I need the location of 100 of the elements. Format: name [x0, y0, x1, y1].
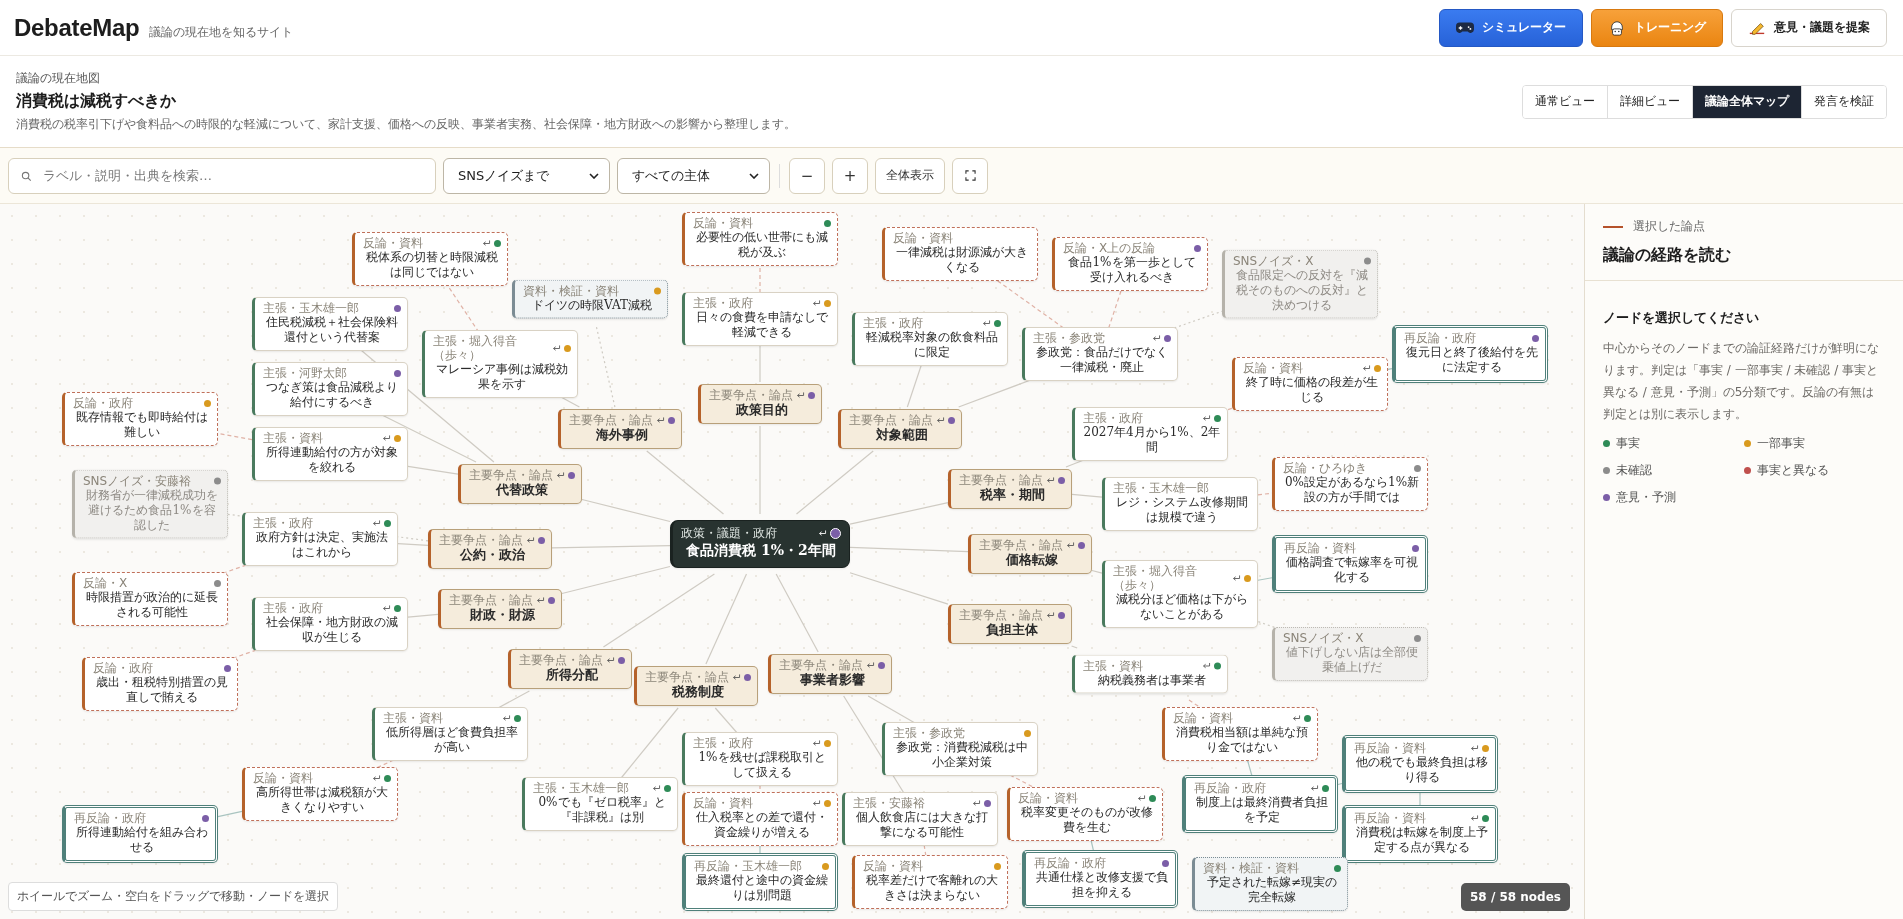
- claim-node[interactable]: 主張・堀入得音（歩々） 減税分ほど価格は下がらないことがある: [1102, 560, 1258, 628]
- zoom-in-button[interactable]: +: [832, 157, 868, 194]
- claim-node[interactable]: 主張・玉木雄一郎 レジ・システム改修期間は規模で違う: [1102, 477, 1258, 531]
- claim-node[interactable]: 主張・政府 社会保障・地方財政の減収が生じる: [252, 597, 408, 651]
- issue-node[interactable]: 主要争点・論点 事業者影響: [768, 654, 892, 694]
- connector-line: [1337, 782, 1343, 786]
- node-label: 時限措置が政治的に延長される可能性: [85, 590, 219, 620]
- claim-node[interactable]: 主張・政府 政府方針は決定、実施法はこれから: [242, 512, 398, 566]
- node-label: 所得分配: [546, 667, 598, 683]
- issue-node[interactable]: 主要争点・論点 税務制度: [634, 666, 758, 706]
- node-meta: 資料・検証・資料: [523, 283, 620, 298]
- rebuttal-node[interactable]: 反論・資料 高所得世帯は減税額が大きくなりやすい: [242, 767, 398, 821]
- node-label: 税率・期間: [979, 487, 1045, 503]
- rebuttal-node[interactable]: 反論・資料 消費税相当額は単純な預り金ではない: [1162, 707, 1318, 761]
- claim-node[interactable]: 主張・資料 所得連動給付の方が対象を絞れる: [252, 427, 408, 481]
- node-meta: 主張・政府: [693, 736, 754, 750]
- node-label: 価格調査で転嫁率を可視化する: [1284, 555, 1419, 585]
- node-meta: 再反論・資料: [1354, 811, 1427, 825]
- fit-button[interactable]: 全体表示: [875, 157, 945, 194]
- propose-button[interactable]: 意見・議題を提案: [1731, 8, 1887, 47]
- rebuttal-node[interactable]: 反論・政府 歳出・租税特別措置の見直しで賄える: [82, 657, 238, 711]
- issue-node[interactable]: 主要争点・論点 政策目的: [698, 384, 822, 424]
- connector-line: [1257, 577, 1273, 581]
- connector-line: [759, 344, 761, 383]
- claim-node[interactable]: 主張・政府 1%を残せば課税取引として扱える: [682, 732, 838, 786]
- claim-node[interactable]: 主張・資料 低所得層ほど食費負担率が高い: [372, 707, 528, 761]
- claim-node[interactable]: 主張・参政党 参政党：食品だけでなく一律減税・廃止: [1022, 327, 1178, 381]
- issue-node[interactable]: 主要争点・論点 税率・期間: [948, 469, 1072, 509]
- issue-node[interactable]: 主要争点・論点 価格転嫁: [968, 534, 1092, 574]
- claim-node[interactable]: 主張・玉木雄一郎 住民税減税＋社会保険料還付という代替案: [252, 297, 408, 351]
- counter-node[interactable]: 再反論・資料 価格調査で転嫁率を可視化する: [1272, 535, 1428, 593]
- rebuttal-node[interactable]: 反論・資料 一律減税は財源減が大きくなる: [882, 227, 1038, 281]
- node-meta: 主要争点・論点: [959, 608, 1043, 622]
- connector-line: [407, 465, 459, 475]
- source-node[interactable]: 資料・検証・資料 予定された転嫁≠現実の完全転嫁: [1192, 857, 1348, 911]
- view-tab[interactable]: 議論全体マップ: [1693, 85, 1802, 118]
- counter-node[interactable]: 再反論・政府 制度上は最終消費者負担を予定: [1182, 775, 1338, 833]
- search-field[interactable]: ラベル・説明・出典を検索…: [8, 157, 436, 194]
- node-meta: 反論・X: [83, 576, 129, 590]
- fullscreen-button[interactable]: [952, 157, 988, 194]
- rebuttal-node[interactable]: 反論・資料 終了時に価格の段差が生じる: [1232, 357, 1388, 411]
- issue-node[interactable]: 主要争点・論点 対象範囲: [838, 409, 962, 449]
- node-label: 日々の食費を申請なしで軽減できる: [695, 310, 829, 340]
- claim-node[interactable]: 主張・玉木雄一郎 0%でも『ゼロ税率』と『非課税』は別: [522, 777, 678, 831]
- view-tab[interactable]: 通常ビュー: [1523, 85, 1608, 118]
- node-label: 軽減税率対象の飲食料品に限定: [865, 330, 999, 360]
- filter-dropdown[interactable]: SNSノイズまで: [443, 157, 610, 194]
- node-label: 参政党：消費税減税は中小企業対策: [895, 740, 1029, 770]
- counter-node[interactable]: 再反論・政府 共通仕様と改修支援で負担を抑える: [1022, 850, 1178, 908]
- filter-dropdown[interactable]: すべての主体: [617, 157, 770, 194]
- node-label: 仕入税率との差で還付・資金繰りが増える: [695, 810, 829, 840]
- claim-node[interactable]: 主張・安藤裕 個人飲食店には大きな打撃になる可能性: [842, 792, 998, 846]
- panel-description: 中心からそのノードまでの論証経路だけが鮮明になります。判定は「事実 / 一部事実 / 未確認 / 事実と異なる / 意見・予測」の5分類です。反論の有無は判定とは別に表示します。: [1603, 340, 1880, 423]
- node-meta: 政策・議題・政府: [681, 526, 778, 540]
- node-meta: 主要争点・論点: [959, 473, 1043, 487]
- claim-node[interactable]: 主張・資料 納税義務者は事業者: [1072, 654, 1228, 694]
- node-meta: 主張・資料: [263, 431, 324, 445]
- counter-node[interactable]: 再反論・資料 他の税でも最終負担は移り得る: [1342, 735, 1498, 793]
- rebuttal-node[interactable]: 反論・資料 必要性の低い世帯にも減税が及ぶ: [682, 212, 838, 266]
- node-meta: 主要争点・論点: [449, 593, 533, 607]
- node-meta: 主張・安藤裕: [853, 796, 926, 810]
- counter-node[interactable]: 再反論・玉木雄一郎 最終還付と途中の資金繰りは別問題: [682, 853, 838, 911]
- issue-node[interactable]: 主要争点・論点 負担主体: [948, 604, 1072, 644]
- source-node[interactable]: 資料・検証・資料 ドイツの時限VAT減税: [512, 279, 668, 319]
- node-meta: SNSノイズ・X: [1233, 253, 1315, 268]
- site-logo[interactable]: DebateMap: [14, 13, 140, 42]
- issue-node[interactable]: 主要争点・論点 代替政策: [458, 464, 582, 504]
- claim-node[interactable]: 主張・政府 軽減税率対象の飲食料品に限定: [852, 312, 1008, 366]
- connector-line: [233, 649, 257, 659]
- claim-node[interactable]: 主張・堀入得音（歩々） マレーシア事例は減税効果を示す: [422, 330, 578, 398]
- claim-node[interactable]: 主張・河野太郎 つなぎ策は食品減税より給付にするべき: [252, 362, 408, 416]
- topic-node[interactable]: 政策・議題・政府 食品消費税 1%・2年間: [670, 520, 850, 568]
- node-meta: 反論・資料: [253, 771, 314, 785]
- claim-node[interactable]: 主張・政府 2027年4月から1%、2年間: [1072, 407, 1228, 461]
- issue-node[interactable]: 主要争点・論点 海外事例: [558, 409, 682, 449]
- zoom-out-button[interactable]: −: [789, 157, 825, 194]
- node-meta: 再反論・政府: [1404, 331, 1477, 345]
- rebuttal-node[interactable]: 反論・資料 仕入税率との差で還付・資金繰りが増える: [682, 792, 838, 846]
- rebuttal-node[interactable]: 反論・X 時限措置が政治的に延長される可能性: [72, 572, 228, 626]
- rebuttal-node[interactable]: 反論・ひろゆき 0%設定があるなら1%新設の方が手間では: [1272, 457, 1428, 511]
- rebuttal-node[interactable]: 反論・資料 税体系の切替と時限減税は同じではない: [352, 232, 508, 286]
- panel-prompt: ノードを選択してください: [1603, 309, 1760, 327]
- simulator-button[interactable]: シミュレーター: [1439, 8, 1583, 47]
- counter-node[interactable]: 再反論・資料 消費税は転嫁を制度上予定する点が異なる: [1342, 805, 1498, 863]
- node-label: つなぎ策は食品減税より給付にするべき: [265, 380, 399, 410]
- node-label: 価格転嫁: [1006, 552, 1058, 568]
- counter-node[interactable]: 再反論・政府 所得連動給付を組み合わせる: [62, 805, 218, 863]
- rebuttal-node[interactable]: 反論・X上の反論 食品1%を第一歩として受け入れるべき: [1052, 237, 1208, 291]
- connector-line: [217, 810, 243, 818]
- issue-node[interactable]: 主要争点・論点 財政・財源: [438, 589, 562, 629]
- rebuttal-node[interactable]: 反論・政府 既存情報でも即時給付は難しい: [62, 392, 218, 446]
- counter-node[interactable]: 再反論・政府 復元日と終了後給付を先に法定する: [1392, 325, 1548, 383]
- claim-node[interactable]: 主張・政府 日々の食費を申請なしで軽減できる: [682, 292, 838, 346]
- node-label: 個人飲食店には大きな打撃になる可能性: [855, 810, 989, 840]
- claim-node[interactable]: 主張・参政党 参政党：消費税減税は中小企業対策: [882, 722, 1038, 776]
- node-label: 財務省が一律減税成功を避けるため食品1%を容認した: [85, 487, 219, 533]
- issue-node[interactable]: 主要争点・論点 公約・政治: [428, 529, 552, 569]
- rebuttal-node[interactable]: 反論・資料 税率変更そのものが改修費を生む: [1007, 787, 1163, 841]
- issue-node[interactable]: 主要争点・論点 所得分配: [508, 649, 632, 689]
- rebuttal-node[interactable]: 反論・資料 税率差だけで客離れの大きさは決まらない: [852, 855, 1008, 909]
